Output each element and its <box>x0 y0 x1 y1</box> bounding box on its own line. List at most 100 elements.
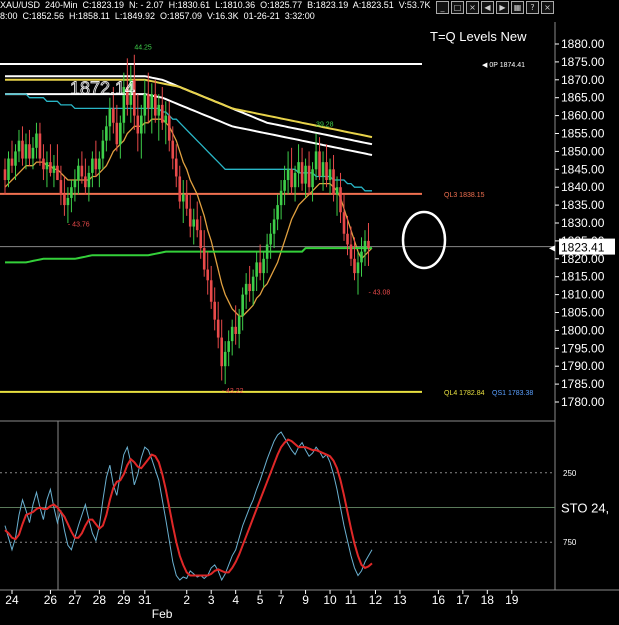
candle-body <box>185 194 189 209</box>
x-tick-label: 27 <box>68 593 82 607</box>
candle-body <box>66 197 70 206</box>
candle-body <box>314 151 318 170</box>
x-tick-label: 11 <box>345 593 358 607</box>
sto-level-label: 250 <box>563 469 577 478</box>
month-label: Feb <box>152 607 173 621</box>
candle-body <box>91 158 94 173</box>
candle-body <box>300 162 304 184</box>
price-tick-label: 1780.00 <box>561 395 605 409</box>
price-chart[interactable]: T=Q Levels New 1880.00 1875.00 1870.00 1865.… <box>0 0 619 625</box>
candle-body <box>272 219 276 234</box>
price-tick-label: 1795.00 <box>561 341 605 355</box>
candle-body <box>150 94 154 109</box>
sto-level-label: 750 <box>563 538 577 547</box>
candle-body <box>174 158 178 177</box>
price-tick-label: 1785.00 <box>561 377 605 391</box>
candle-body <box>31 147 35 159</box>
candle-body <box>56 165 59 181</box>
candle-body <box>258 262 262 274</box>
x-tick-label: 19 <box>505 593 519 607</box>
price-tick-label: 1810.00 <box>561 288 605 302</box>
price-tick-label: 1850.00 <box>561 144 605 158</box>
candle-body <box>101 140 105 159</box>
candle-body <box>255 262 258 277</box>
candle-body <box>241 294 244 317</box>
candle-body <box>220 337 223 367</box>
candle-body <box>21 140 24 159</box>
candle-body <box>237 316 241 334</box>
candle-body <box>188 208 192 227</box>
candle-body <box>115 122 119 145</box>
candle-body <box>360 251 363 263</box>
candle-body <box>307 165 311 188</box>
candle-body <box>17 140 21 152</box>
candle-body <box>346 233 349 245</box>
level-label: QL4 1782.84 <box>444 390 485 397</box>
chart-title: T=Q Levels New <box>430 29 527 44</box>
x-tick-label: 28 <box>93 593 107 607</box>
candle-body <box>213 301 216 320</box>
candle-body <box>199 230 203 249</box>
candle-body <box>276 205 279 220</box>
candle-body <box>332 169 335 195</box>
candle-body <box>279 190 283 206</box>
level-label: QS1 1783.38 <box>492 390 533 397</box>
candle-body <box>192 219 196 227</box>
candle-body <box>335 187 339 195</box>
price-tick-label: 1860.00 <box>561 109 605 123</box>
candle-body <box>80 165 84 177</box>
band-white_top <box>5 75 373 146</box>
candle-body <box>318 151 321 177</box>
candle-body <box>10 158 14 166</box>
candle-body <box>73 180 77 188</box>
candle-body <box>112 108 115 123</box>
candle-body <box>325 162 328 181</box>
candle-body <box>140 115 143 134</box>
candle-body <box>63 194 66 206</box>
candle-body <box>94 158 98 170</box>
annotation-label: - 43.08 <box>368 290 390 297</box>
price-tick-label: 1855.00 <box>561 127 605 141</box>
candle-body <box>248 283 251 292</box>
highlight-circle <box>401 210 447 270</box>
candle-body <box>223 351 227 367</box>
current-price-label: 1823.41 <box>561 241 605 255</box>
candle-body <box>84 176 87 188</box>
candle-body <box>38 133 42 159</box>
x-tick-label: 12 <box>369 593 383 607</box>
candle-body <box>251 276 255 292</box>
candle-body <box>28 144 31 159</box>
x-tick-label: 24 <box>5 593 19 607</box>
level-label: QL3 1838.15 <box>444 192 485 199</box>
x-tick-label: 29 <box>117 593 131 607</box>
candle-body <box>265 244 269 259</box>
candle-body <box>49 162 52 173</box>
price-tick-label: 1790.00 <box>561 359 605 373</box>
level-label: ◀ 0P 1874.41 <box>482 62 525 69</box>
candle-body <box>321 162 325 177</box>
candle-body <box>311 169 314 188</box>
x-tick-label: 3 <box>208 593 215 607</box>
candle-body <box>143 94 147 116</box>
x-tick-label: 17 <box>456 593 470 607</box>
candle-body <box>353 258 356 274</box>
candle-body <box>42 158 45 170</box>
sto-label: STO 24, <box>561 501 609 516</box>
candle-body <box>157 104 161 116</box>
x-tick-label: 18 <box>481 593 495 607</box>
candle-body <box>178 176 182 202</box>
candle-body <box>52 165 56 173</box>
annotation-label: - 43.76 <box>68 222 90 229</box>
candle-body <box>363 240 367 252</box>
price-tick-label: 1805.00 <box>561 306 605 320</box>
candle-body <box>98 158 101 170</box>
price-tick-label: 1830.00 <box>561 216 605 230</box>
price-tick-label: 1865.00 <box>561 91 605 105</box>
x-tick-label: 4 <box>232 593 239 607</box>
candle-body <box>290 169 293 188</box>
x-tick-label: 26 <box>44 593 58 607</box>
annotation-label: - 43.22 <box>222 388 244 395</box>
candle-body <box>209 280 213 302</box>
candle-body <box>269 233 272 245</box>
candle-body <box>164 115 168 123</box>
